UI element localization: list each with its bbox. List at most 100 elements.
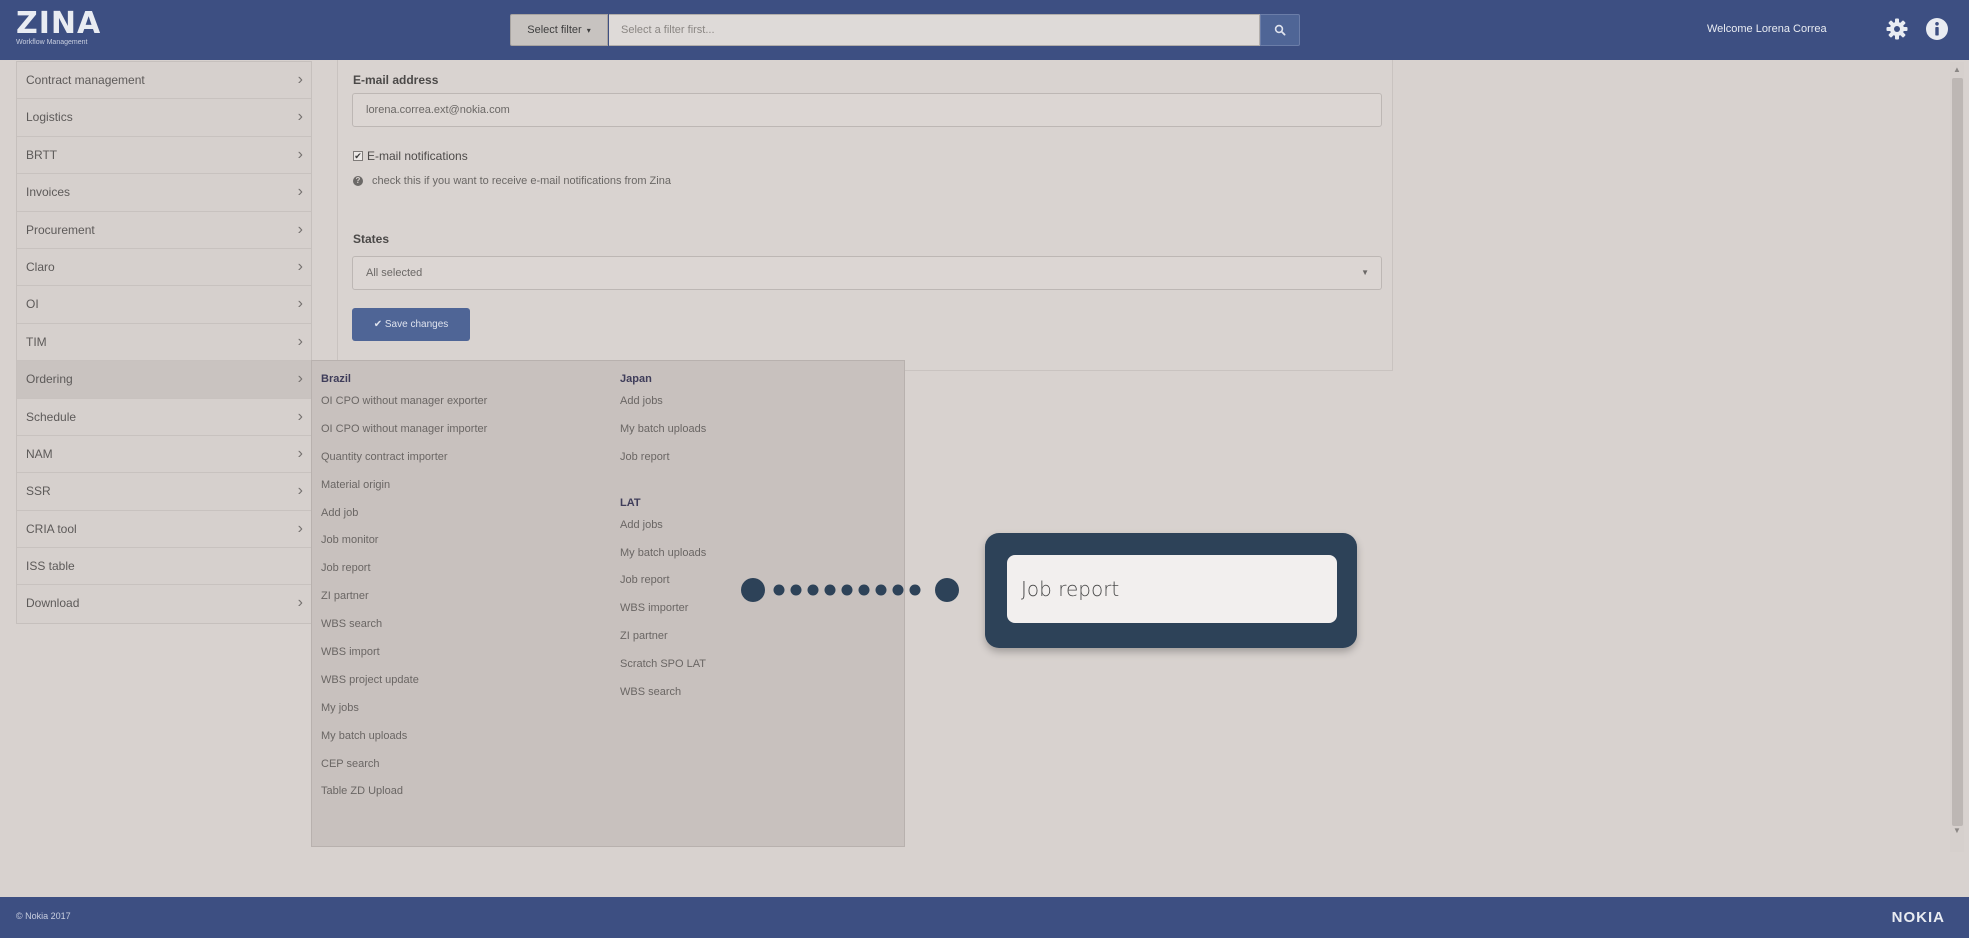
menu-item[interactable]: Job monitor [321, 527, 487, 555]
zina-logo[interactable]: ZINA Workflow Management [16, 6, 102, 47]
chevron-right-icon: › [297, 519, 303, 537]
menu-item[interactable]: Scratch SPO LAT [620, 651, 706, 679]
dotted-pointer [741, 578, 959, 602]
search-input[interactable] [609, 14, 1260, 46]
select-filter-button[interactable]: Select filter ▾ [510, 14, 608, 46]
email-notifications-checkbox[interactable]: ✔ [353, 151, 363, 161]
menu-item[interactable]: Add jobs [620, 512, 706, 540]
menu-item[interactable]: WBS search [620, 679, 706, 707]
menu-item[interactable]: WBS importer [620, 595, 706, 623]
scroll-down-icon[interactable]: ▼ [1953, 826, 1961, 835]
menu-item[interactable]: Add jobs [620, 388, 706, 416]
sidebar-item-claro[interactable]: Claro › [17, 249, 311, 287]
states-label: States [353, 232, 390, 246]
caret-down-icon: ▾ [586, 26, 591, 35]
menu-item[interactable]: Job report [321, 555, 487, 583]
menu-item[interactable]: Table ZD Upload [321, 778, 487, 806]
sidebar-nav: Contract management › Logistics › BRTT ›… [16, 61, 312, 624]
notifications-help: ? check this if you want to receive e-ma… [353, 175, 671, 187]
sidebar-item-ordering[interactable]: Ordering › [17, 361, 311, 399]
menu-column-japan-lat: Japan Add jobs My batch uploads Job repo… [620, 370, 706, 707]
states-selected-value: All selected [366, 267, 423, 279]
sidebar-item-contract-management[interactable]: Contract management › [17, 62, 311, 100]
check-icon: ✔ [373, 319, 383, 330]
email-label: E-mail address [353, 73, 439, 87]
question-circle-icon: ? [353, 176, 363, 186]
email-field[interactable] [352, 93, 1382, 127]
top-header: ZINA Workflow Management Select filter ▾… [0, 0, 1969, 60]
scroll-up-icon[interactable]: ▲ [1953, 65, 1961, 74]
sidebar-item-label: ISS table [26, 559, 75, 574]
menu-item-lat-job-report[interactable]: Job report [620, 567, 706, 595]
welcome-text: Welcome Lorena Correa [1707, 23, 1827, 35]
sidebar-item-cria-tool[interactable]: CRIA tool › [17, 511, 311, 549]
chevron-right-icon: › [297, 332, 303, 350]
menu-heading-brazil: Brazil [321, 373, 351, 385]
menu-item[interactable]: WBS project update [321, 667, 487, 695]
sidebar-item-label: SSR [26, 484, 51, 499]
email-notifications-row: ✔ E-mail notifications [353, 149, 468, 163]
footer: © Nokia 2017 NOKIA [0, 897, 1969, 938]
caret-down-icon: ▼ [1361, 268, 1369, 277]
sidebar-item-label: NAM [26, 446, 53, 461]
menu-item[interactable]: Job report [620, 444, 706, 472]
menu-item[interactable]: Add job [321, 500, 487, 528]
sidebar-item-label: Claro [26, 259, 55, 274]
menu-item[interactable]: ZI partner [321, 583, 487, 611]
sidebar-item-nam[interactable]: NAM › [17, 436, 311, 474]
copyright-text: © Nokia 2017 [16, 911, 71, 921]
app-window: ZINA Workflow Management Select filter ▾… [0, 0, 1969, 938]
sidebar-item-download[interactable]: Download › [17, 585, 311, 622]
states-select[interactable]: All selected ▼ [352, 256, 1382, 290]
sidebar-item-tim[interactable]: TIM › [17, 324, 311, 362]
sidebar-item-label: Contract management [26, 73, 145, 87]
logo-title: ZINA [16, 6, 102, 41]
sidebar-item-procurement[interactable]: Procurement › [17, 212, 311, 249]
sidebar-item-label: CRIA tool [26, 521, 77, 536]
menu-item[interactable]: OI CPO without manager exporter [321, 388, 487, 416]
menu-item[interactable]: WBS import [321, 639, 487, 667]
menu-item[interactable]: CEP search [321, 751, 487, 779]
select-filter-label: Select filter [527, 24, 582, 36]
menu-item[interactable]: My jobs [321, 695, 487, 723]
save-changes-label: Save changes [384, 319, 449, 330]
menu-item[interactable]: My batch uploads [620, 540, 706, 568]
scrollbar-thumb[interactable] [1952, 78, 1963, 826]
menu-heading-lat: LAT [620, 496, 641, 509]
chevron-right-icon: › [297, 145, 303, 163]
chevron-right-icon: › [297, 482, 303, 500]
notifications-help-text: check this if you want to receive e-mail… [372, 175, 671, 187]
sidebar-item-label: Procurement [26, 222, 95, 237]
chevron-right-icon: › [297, 295, 303, 313]
tutorial-callout: Job report [985, 533, 1357, 648]
menu-item[interactable]: OI CPO without manager importer [321, 416, 487, 444]
chevron-right-icon: › [297, 370, 303, 388]
search-icon [1274, 24, 1286, 36]
chevron-right-icon: › [297, 71, 303, 88]
save-changes-button[interactable]: ✔ Save changes [352, 308, 470, 341]
sidebar-item-brtt[interactable]: BRTT › [17, 137, 311, 175]
sidebar-item-iss-table[interactable]: ISS table [17, 548, 311, 586]
menu-item[interactable]: Quantity contract importer [321, 444, 487, 472]
chevron-right-icon: › [297, 407, 303, 425]
sidebar-item-oi[interactable]: OI › [17, 286, 311, 324]
chevron-right-icon: › [297, 108, 303, 126]
sidebar-item-label: BRTT [26, 147, 58, 162]
gear-icon[interactable] [1885, 17, 1909, 41]
sidebar-item-label: TIM [26, 334, 47, 349]
sidebar-item-ssr[interactable]: SSR › [17, 473, 311, 511]
chevron-right-icon: › [297, 183, 303, 201]
menu-item[interactable]: Material origin [321, 472, 487, 500]
info-icon[interactable] [1925, 17, 1949, 41]
sidebar-item-schedule[interactable]: Schedule › [17, 399, 311, 436]
menu-item[interactable]: ZI partner [620, 623, 706, 651]
menu-column-brazil: Brazil OI CPO without manager exporter O… [321, 370, 487, 806]
menu-item[interactable]: My batch uploads [620, 416, 706, 444]
sidebar-item-logistics[interactable]: Logistics › [17, 99, 311, 137]
sidebar-item-invoices[interactable]: Invoices › [17, 174, 311, 212]
menu-item[interactable]: My batch uploads [321, 723, 487, 751]
nokia-logo: NOKIA [1891, 909, 1945, 926]
menu-item[interactable]: WBS search [321, 611, 487, 639]
search-button[interactable] [1260, 14, 1300, 46]
chevron-right-icon: › [297, 594, 303, 612]
